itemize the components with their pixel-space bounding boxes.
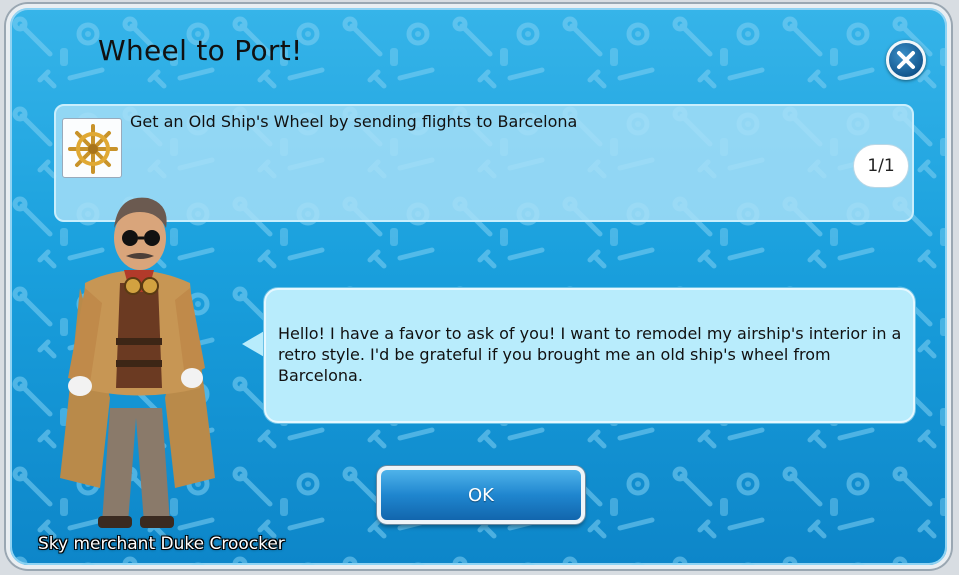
speech-bubble-tail bbox=[242, 330, 266, 358]
speech-bubble: Hello! I have a favor to ask of you! I w… bbox=[264, 288, 915, 423]
ship-wheel-icon bbox=[68, 124, 118, 174]
quest-dialog: Wheel to Port! Get an Old Ship's Wheel b… bbox=[6, 4, 951, 569]
character-portrait bbox=[60, 197, 215, 528]
quest-progress: 1/1 bbox=[853, 144, 909, 188]
close-icon bbox=[897, 51, 915, 69]
close-button[interactable] bbox=[886, 40, 926, 80]
quest-description: Get an Old Ship's Wheel by sending fligh… bbox=[130, 112, 578, 131]
ok-button[interactable]: OK bbox=[377, 466, 585, 524]
character-name: Sky merchant Duke Croocker bbox=[38, 534, 285, 554]
dialog-title: Wheel to Port! bbox=[98, 34, 303, 67]
quest-item-slot bbox=[62, 118, 122, 178]
speech-text: Hello! I have a favor to ask of you! I w… bbox=[278, 324, 902, 385]
